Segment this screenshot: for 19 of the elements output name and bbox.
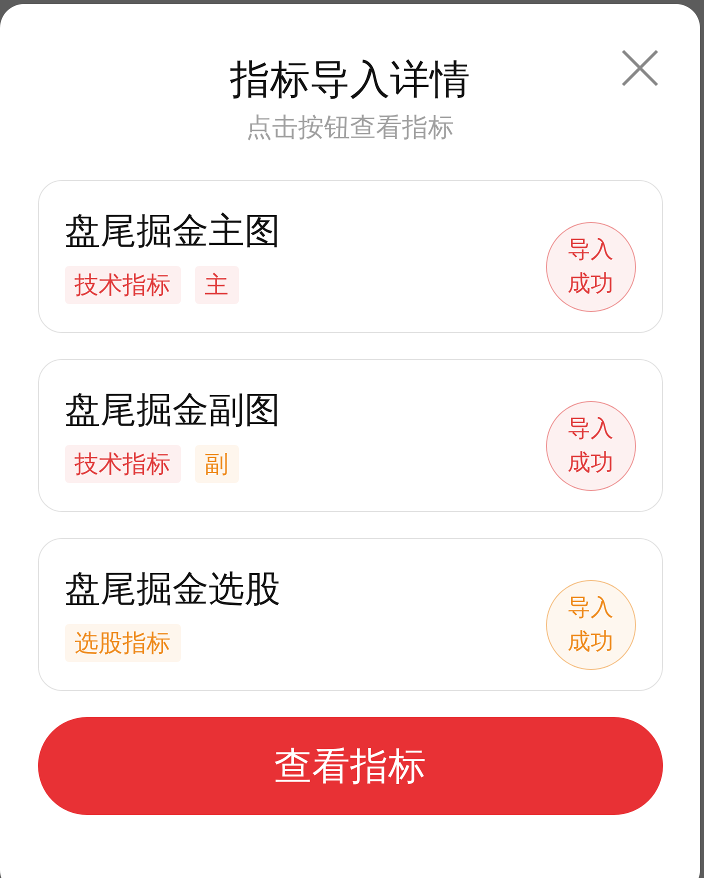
indicator-name: 盘尾掘金副图 [64, 388, 280, 432]
indicator-tag: 技术指标 [64, 444, 180, 482]
close-button[interactable] [620, 48, 660, 88]
close-icon [621, 49, 659, 87]
indicator-tag: 选股指标 [64, 624, 180, 662]
indicator-tag: 主 [194, 266, 238, 304]
indicator-tag: 副 [194, 444, 238, 482]
indicator-card[interactable]: 盘尾掘金选股 选股指标 导入成功 [38, 538, 662, 691]
indicator-card[interactable]: 盘尾掘金主图 技术指标 主 导入成功 [38, 180, 662, 333]
indicator-tag: 技术指标 [64, 266, 180, 304]
status-badge: 导入成功 [546, 222, 636, 312]
dialog-subtitle: 点击按钮查看指标 [246, 112, 454, 145]
indicator-name: 盘尾掘金选股 [64, 568, 280, 612]
indicator-name: 盘尾掘金主图 [64, 210, 280, 254]
status-badge: 导入成功 [546, 400, 636, 490]
dialog-title: 指标导入详情 [230, 56, 470, 105]
view-indicators-button[interactable]: 查看指标 [38, 717, 662, 815]
indicator-card[interactable]: 盘尾掘金副图 技术指标 副 导入成功 [38, 359, 662, 512]
status-badge: 导入成功 [546, 580, 636, 670]
